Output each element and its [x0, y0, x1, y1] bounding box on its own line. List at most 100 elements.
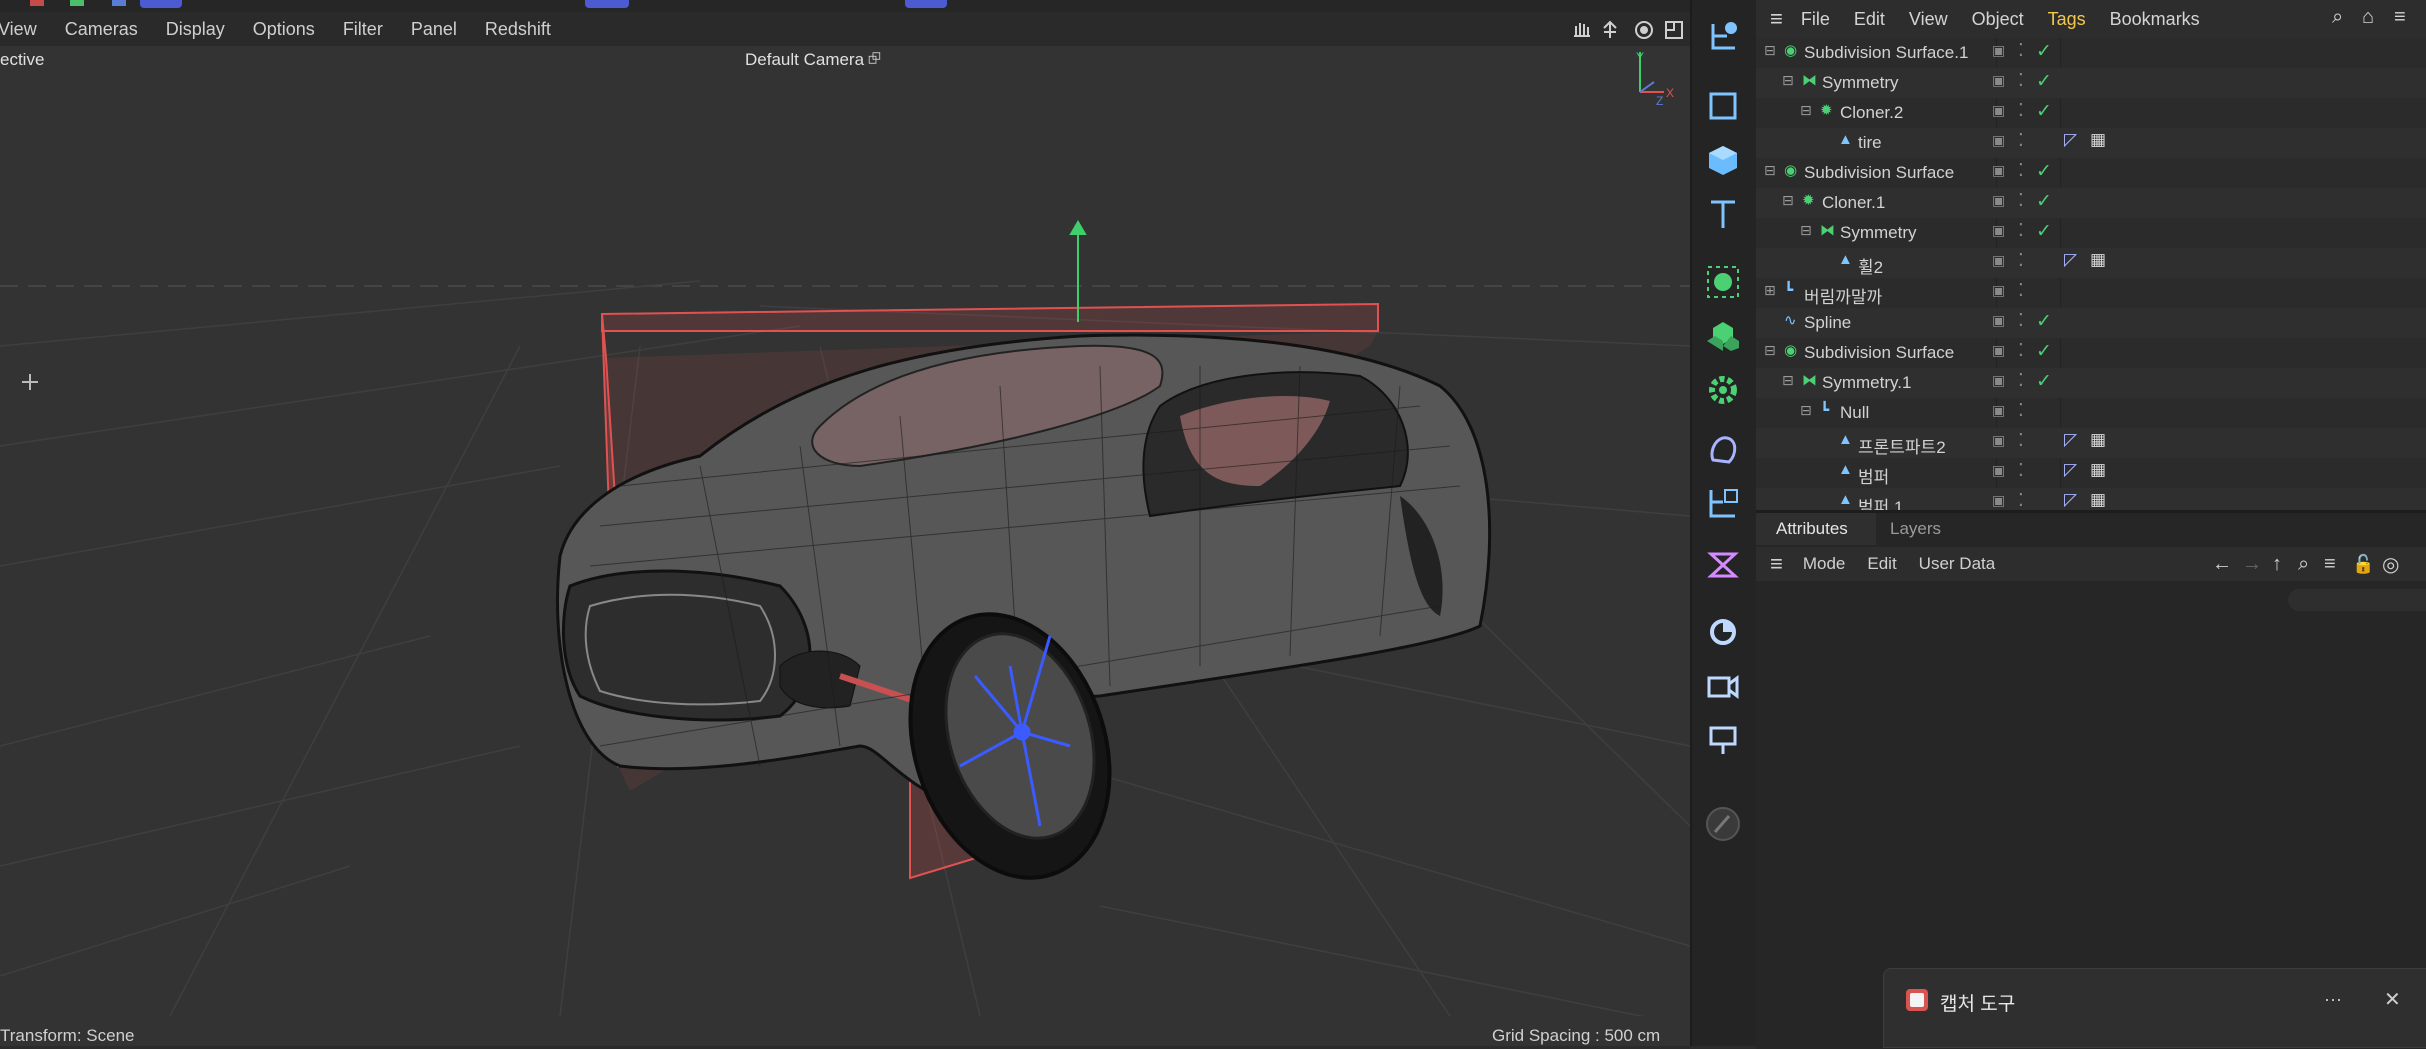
expand-toggle-icon[interactable]: ⊟ — [1782, 372, 1794, 389]
attributes-hamburger-icon[interactable]: ≡ — [1770, 551, 1783, 577]
expand-toggle-icon[interactable]: ⊟ — [1764, 342, 1776, 359]
enabled-check-icon[interactable]: ✓ — [2036, 310, 2052, 333]
toolbar-button[interactable] — [585, 0, 629, 8]
object-row[interactable]: ▲ 휠2 ▣ ⁚ ◸ ▦ — [1756, 248, 2426, 278]
navigation-icons[interactable] — [1570, 18, 1690, 42]
more-options-icon[interactable]: ··· — [2324, 989, 2342, 1010]
expand-toggle-icon[interactable]: ⊟ — [1800, 102, 1812, 119]
search-icon[interactable]: ⌕ — [2332, 6, 2343, 29]
layer-edit-icon[interactable]: ▣ — [1992, 222, 2005, 239]
object-name[interactable]: Subdivision Surface — [1804, 163, 1954, 183]
viewport-panel[interactable]: View Cameras Display Options Filter Pane… — [0, 0, 1690, 1046]
menu-filter[interactable]: Filter — [343, 19, 383, 40]
layer-edit-icon[interactable]: ▣ — [1992, 282, 2005, 299]
om-menu-view[interactable]: View — [1909, 9, 1948, 30]
light-icon[interactable] — [1698, 608, 1748, 656]
object-name[interactable]: Subdivision Surface — [1804, 343, 1954, 363]
om-menu-edit[interactable]: Edit — [1854, 9, 1885, 30]
object-row[interactable]: ⊟ ⧓ Symmetry.1 ▣ ⁚ ✓ — [1756, 368, 2426, 398]
arrow-right-icon[interactable]: → — [2242, 553, 2262, 576]
attr-menu-user-data[interactable]: User Data — [1919, 554, 1996, 574]
visibility-dots-icon[interactable]: ⁚ — [2018, 280, 2024, 301]
object-row[interactable]: ⊟ ◉ Subdivision Surface.1 ▣ ⁚ ✓ — [1756, 38, 2426, 68]
om-menu-bookmarks[interactable]: Bookmarks — [2110, 9, 2200, 30]
object-row[interactable]: ⊟ ┗ Null ▣ ⁚ — [1756, 398, 2426, 428]
expand-toggle-icon[interactable]: ⊟ — [1764, 42, 1776, 59]
om-menu-tags[interactable]: Tags — [2048, 9, 2086, 30]
object-row[interactable]: ⊟ ⧓ Symmetry ▣ ⁚ ✓ — [1756, 218, 2426, 248]
null-icon[interactable] — [1698, 12, 1748, 60]
object-row[interactable]: ⊟ ✹ Cloner.1 ▣ ⁚ ✓ — [1756, 188, 2426, 218]
phong-tag-icon[interactable]: ◸ — [2064, 430, 2077, 450]
phong-tag-icon[interactable]: ◸ — [2064, 460, 2077, 480]
visibility-dots-icon[interactable]: ⁚ — [2018, 310, 2024, 331]
layer-edit-icon[interactable]: ▣ — [1992, 252, 2005, 269]
expand-toggle-icon[interactable]: ⊟ — [1800, 402, 1812, 419]
layer-edit-icon[interactable]: ▣ — [1992, 72, 2005, 89]
filter-icon[interactable]: ≡ — [2394, 6, 2406, 29]
close-icon[interactable]: ✕ — [2384, 987, 2401, 1012]
expand-toggle-icon[interactable]: ⊞ — [1764, 282, 1776, 299]
scene-canvas[interactable] — [0, 46, 1690, 1016]
arrow-up-icon[interactable]: ↑ — [2272, 553, 2282, 576]
filter-icon[interactable]: ≡ — [2324, 553, 2336, 576]
layer-edit-icon[interactable]: ▣ — [1992, 402, 2005, 419]
object-name[interactable]: Null — [1840, 403, 1869, 423]
object-name[interactable]: 버림까말까 — [1804, 283, 1882, 308]
arrow-left-icon[interactable]: ← — [2212, 553, 2232, 576]
material-tag-icon[interactable]: ▦ — [2090, 130, 2106, 150]
object-name[interactable]: Symmetry — [1822, 73, 1899, 93]
expand-toggle-icon[interactable]: ⊟ — [1782, 72, 1794, 89]
camera-icon[interactable] — [1698, 662, 1748, 710]
layer-edit-icon[interactable]: ▣ — [1992, 492, 2005, 509]
notification-toast[interactable]: 캡처 도구 ··· ✕ — [1883, 968, 2426, 1048]
visibility-dots-icon[interactable]: ⁚ — [2018, 460, 2024, 481]
visibility-dots-icon[interactable]: ⁚ — [2018, 100, 2024, 121]
home-icon[interactable]: ⌂ — [2362, 6, 2374, 29]
object-name[interactable]: Cloner.2 — [1840, 103, 1903, 123]
layer-edit-icon[interactable]: ▣ — [1992, 162, 2005, 179]
render-icon[interactable] — [1698, 716, 1748, 764]
object-row[interactable]: ▲ tire ▣ ⁚ ◸ ▦ — [1756, 128, 2426, 158]
visibility-dots-icon[interactable]: ⁚ — [2018, 340, 2024, 361]
field-icon[interactable] — [1698, 540, 1748, 588]
menu-display[interactable]: Display — [166, 19, 225, 40]
phong-tag-icon[interactable]: ◸ — [2064, 490, 2077, 510]
object-name[interactable]: Symmetry.1 — [1822, 373, 1911, 393]
layer-edit-icon[interactable]: ▣ — [1992, 372, 2005, 389]
tab-layers[interactable]: Layers — [1890, 519, 1941, 539]
object-row[interactable]: ⊟ ✹ Cloner.2 ▣ ⁚ ✓ — [1756, 98, 2426, 128]
visibility-dots-icon[interactable]: ⁚ — [2018, 370, 2024, 391]
material-tag-icon[interactable]: ▦ — [2090, 430, 2106, 450]
layer-edit-icon[interactable]: ▣ — [1992, 42, 2005, 59]
object-name[interactable]: Symmetry — [1840, 223, 1917, 243]
layer-edit-icon[interactable]: ▣ — [1992, 342, 2005, 359]
material-tag-icon[interactable]: ▦ — [2090, 250, 2106, 270]
object-row[interactable]: ▲ 범퍼 ▣ ⁚ ◸ ▦ — [1756, 458, 2426, 488]
enabled-check-icon[interactable]: ✓ — [2036, 340, 2052, 363]
menu-view[interactable]: View — [0, 19, 37, 40]
spline-tool-icon[interactable] — [1698, 480, 1748, 528]
enabled-check-icon[interactable]: ✓ — [2036, 40, 2052, 63]
object-name[interactable]: Cloner.1 — [1822, 193, 1885, 213]
visibility-dots-icon[interactable]: ⁚ — [2018, 250, 2024, 271]
visibility-dots-icon[interactable]: ⁚ — [2018, 190, 2024, 211]
visibility-dots-icon[interactable]: ⁚ — [2018, 430, 2024, 451]
layer-edit-icon[interactable]: ▣ — [1992, 192, 2005, 209]
visibility-dots-icon[interactable]: ⁚ — [2018, 490, 2024, 511]
visibility-dots-icon[interactable]: ⁚ — [2018, 40, 2024, 61]
object-name[interactable]: 프론트파트2 — [1858, 433, 1946, 458]
deformer-icon[interactable] — [1698, 426, 1748, 474]
settings-circle-icon[interactable]: ◎ — [2382, 552, 2399, 577]
object-row[interactable]: ▲ 프론트파트2 ▣ ⁚ ◸ ▦ — [1756, 428, 2426, 458]
menu-cameras[interactable]: Cameras — [65, 19, 138, 40]
visibility-dots-icon[interactable]: ⁚ — [2018, 220, 2024, 241]
object-name[interactable]: tire — [1858, 133, 1882, 153]
menu-panel[interactable]: Panel — [411, 19, 457, 40]
visibility-dots-icon[interactable]: ⁚ — [2018, 160, 2024, 181]
enabled-check-icon[interactable]: ✓ — [2036, 220, 2052, 243]
layer-edit-icon[interactable]: ▣ — [1992, 432, 2005, 449]
expand-toggle-icon[interactable]: ⊟ — [1764, 162, 1776, 179]
om-menu-object[interactable]: Object — [1972, 9, 2024, 30]
toolbar-button[interactable] — [140, 0, 182, 8]
